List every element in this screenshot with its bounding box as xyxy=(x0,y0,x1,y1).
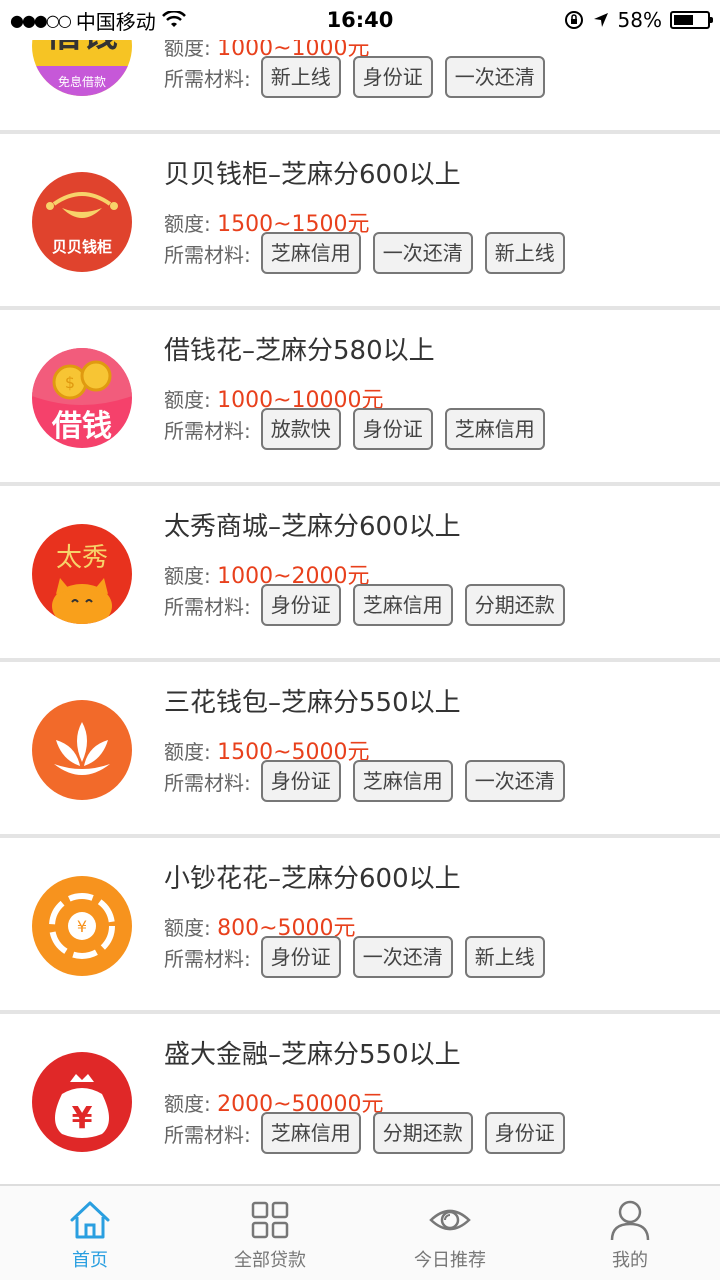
materials-label: 所需材料: xyxy=(164,946,251,971)
material-tag: 身份证 xyxy=(484,1112,565,1154)
loan-title: 借钱花–芝麻分580以上 xyxy=(164,336,435,366)
loan-card[interactable]: 太秀 太秀商城–芝麻分600以上 额度: 1000~2000元 所需材料: 身份… xyxy=(0,486,720,662)
sanhua-logo-icon xyxy=(32,700,132,800)
eye-icon xyxy=(429,1209,471,1231)
materials-label: 所需材料: xyxy=(164,770,251,795)
material-tag: 新上线 xyxy=(464,936,545,978)
svg-text:贝贝钱柜: 贝贝钱柜 xyxy=(52,238,112,256)
loan-title: 盛大金融–芝麻分550以上 xyxy=(164,1040,461,1070)
material-tag: 新上线 xyxy=(484,232,565,274)
beibei-logo-icon: 贝贝钱柜 xyxy=(32,172,132,272)
shengda-logo-icon: ¥ xyxy=(32,1052,132,1152)
materials-label: 所需材料: xyxy=(164,418,251,443)
material-tag: 芝麻信用 xyxy=(260,232,361,274)
materials-label: 所需材料: xyxy=(164,242,251,267)
tab-all-loans-label: 全部贷款 xyxy=(234,1250,306,1271)
materials-label: 所需材料: xyxy=(164,1122,251,1147)
materials-row: 所需材料: 身份证 一次还清 新上线 xyxy=(164,936,545,978)
materials-row: 所需材料: 放款快 身份证 芝麻信用 xyxy=(164,408,545,450)
svg-text:¥: ¥ xyxy=(77,917,87,936)
tab-home[interactable]: 首页 xyxy=(0,1186,180,1280)
material-tag: 一次还清 xyxy=(372,232,473,274)
material-tag: 一次还清 xyxy=(464,760,565,802)
materials-row: 所需材料: 芝麻信用 分期还款 身份证 xyxy=(164,1112,565,1154)
location-arrow-icon xyxy=(593,13,608,27)
svg-text:¥: ¥ xyxy=(72,1101,93,1136)
svg-text:太秀: 太秀 xyxy=(56,543,108,573)
material-tag: 身份证 xyxy=(260,584,341,626)
battery-percent: 58% xyxy=(617,8,662,32)
status-bar: ●●●○○ 中国移动 16:40 58% xyxy=(0,0,720,40)
material-tag: 芝麻信用 xyxy=(352,584,453,626)
taixiu-logo-icon: 太秀 xyxy=(32,524,132,624)
tab-mine-label: 我的 xyxy=(612,1250,648,1271)
material-tag: 芝麻信用 xyxy=(260,1112,361,1154)
material-tag: 分期还款 xyxy=(372,1112,473,1154)
status-left: ●●●○○ 中国移动 xyxy=(10,0,186,40)
material-tag: 身份证 xyxy=(352,408,433,450)
rotation-lock-icon xyxy=(564,11,583,29)
loan-title: 小钞花花–芝麻分600以上 xyxy=(164,864,461,894)
material-tag: 一次还清 xyxy=(444,56,545,98)
signal-icon: ●●●○○ xyxy=(10,10,72,30)
loan-card[interactable]: ¥ 盛大金融–芝麻分550以上 额度: 2000~50000元 所需材料: 芝麻… xyxy=(0,1014,720,1190)
svg-text:免息借款: 免息借款 xyxy=(58,74,106,89)
loan-card[interactable]: $ 借钱 借钱花–芝麻分580以上 额度: 1000~10000元 所需材料: … xyxy=(0,310,720,486)
material-tag: 芝麻信用 xyxy=(352,760,453,802)
tab-recommend-label: 今日推荐 xyxy=(414,1250,486,1271)
xiaochao-logo-icon: ¥ xyxy=(32,876,132,976)
materials-row: 所需材料: 芝麻信用 一次还清 新上线 xyxy=(164,232,565,274)
battery-icon xyxy=(670,11,713,29)
svg-text:$: $ xyxy=(65,373,75,392)
material-tag: 身份证 xyxy=(260,936,341,978)
status-right: 58% xyxy=(564,0,713,40)
materials-label: 所需材料: xyxy=(164,66,251,91)
battery-level xyxy=(674,15,693,25)
tab-bar: 首页 全部贷款 今日推荐 我的 xyxy=(0,1184,720,1280)
material-tag: 放款快 xyxy=(260,408,341,450)
material-tag: 身份证 xyxy=(260,760,341,802)
svg-text:借钱: 借钱 xyxy=(51,409,112,444)
material-tag: 新上线 xyxy=(260,56,341,98)
jieqianhua-logo-icon: $ 借钱 xyxy=(32,348,132,448)
materials-row: 所需材料: 身份证 芝麻信用 分期还款 xyxy=(164,584,565,626)
materials-row: 所需材料: 身份证 芝麻信用 一次还清 xyxy=(164,760,565,802)
material-tag: 分期还款 xyxy=(464,584,565,626)
loan-card[interactable]: 三花钱包–芝麻分550以上 额度: 1500~5000元 所需材料: 身份证 芝麻… xyxy=(0,662,720,838)
home-icon xyxy=(70,1201,110,1239)
loan-title: 贝贝钱柜–芝麻分600以上 xyxy=(164,160,461,190)
tab-recommend[interactable]: 今日推荐 xyxy=(360,1186,540,1280)
material-tag: 芝麻信用 xyxy=(444,408,545,450)
loan-title: 三花钱包–芝麻分550以上 xyxy=(164,688,461,718)
materials-row: 所需材料: 新上线 身份证 一次还清 xyxy=(164,56,545,98)
carrier-name: 中国移动 xyxy=(75,9,156,34)
user-icon xyxy=(610,1200,650,1241)
material-tag: 身份证 xyxy=(352,56,433,98)
wifi-icon xyxy=(161,11,186,27)
tab-home-label: 首页 xyxy=(72,1250,108,1271)
loan-card[interactable]: 贝贝钱柜 贝贝钱柜–芝麻分600以上 额度: 1500~1500元 所需材料: … xyxy=(0,134,720,310)
materials-label: 所需材料: xyxy=(164,594,251,619)
loan-title: 太秀商城–芝麻分600以上 xyxy=(164,512,461,542)
grid-icon xyxy=(251,1201,289,1239)
tab-mine[interactable]: 我的 xyxy=(540,1186,720,1280)
loan-list[interactable]: 借钱 免息借款 额度: 1000~1000元 所需材料: 新上线身份证一次还清 … xyxy=(0,0,720,1190)
loan-card[interactable]: ¥ 小钞花花–芝麻分600以上 额度: 800~5000元 所需材料: 身份证一… xyxy=(0,838,720,1014)
material-tag: 一次还清 xyxy=(352,936,453,978)
tab-all-loans[interactable]: 全部贷款 xyxy=(180,1186,360,1280)
